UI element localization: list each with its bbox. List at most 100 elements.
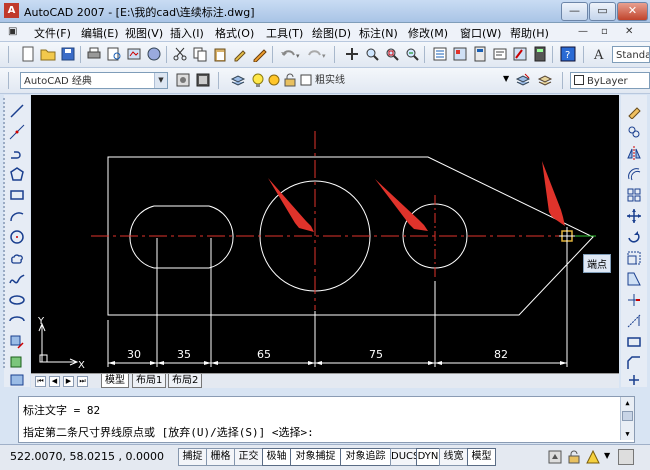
communication-center-icon[interactable] (548, 450, 562, 464)
insert-block-icon[interactable] (9, 334, 25, 350)
layer-properties-icon[interactable] (230, 72, 246, 88)
polar-toggle[interactable]: 极轴 (262, 448, 291, 466)
osnap-toggle[interactable]: 对象捕捉 (290, 448, 341, 466)
open-folder-icon[interactable] (40, 46, 56, 62)
command-scrollbar[interactable]: ▲ ▼ (620, 397, 634, 440)
paste-icon[interactable] (212, 46, 228, 62)
minimize-button[interactable]: — (561, 2, 588, 21)
menu-modify[interactable]: 修改(M) (408, 25, 448, 41)
pan-icon[interactable] (344, 46, 360, 62)
tab-layout2[interactable]: 布局2 (168, 374, 203, 388)
color-combo[interactable]: ByLayer (570, 72, 650, 89)
help-icon[interactable]: ? (560, 46, 576, 62)
drawing-svg[interactable]: 30 35 65 75 82 Y X (31, 95, 619, 373)
menu-view[interactable]: 视图(V) (125, 25, 163, 41)
menu-edit[interactable]: 编辑(E) (81, 25, 119, 41)
stretch-icon[interactable] (626, 271, 642, 287)
calculator-icon[interactable] (532, 46, 548, 62)
spline-icon[interactable] (9, 271, 25, 287)
publish-icon[interactable] (126, 46, 142, 62)
point-icon[interactable] (9, 373, 25, 387)
chamfer-icon[interactable] (626, 355, 642, 371)
menu-tools[interactable]: 工具(T) (266, 25, 303, 41)
plot-preview-icon[interactable] (106, 46, 122, 62)
move-icon[interactable] (626, 208, 642, 224)
polygon-icon[interactable] (9, 166, 25, 182)
dimension-text-30[interactable]: 30 (127, 348, 141, 361)
lock-icon[interactable] (282, 72, 298, 88)
last-tab-icon[interactable]: ⏭ (77, 376, 88, 387)
status-menu-chevron-icon[interactable]: ▼ (604, 451, 610, 460)
coordinate-readout[interactable]: 522.0070, 58.0215 , 0.0000 (10, 450, 164, 463)
cut-icon[interactable] (172, 46, 188, 62)
zoom-realtime-icon[interactable] (364, 46, 380, 62)
command-prompt[interactable]: 指定第二条尺寸界线原点或 [放弃(U)/选择(S)] <选择>: (23, 424, 314, 440)
text-style-combo[interactable]: Standa (612, 46, 650, 63)
command-window[interactable]: 标注文字 = 82 指定第二条尺寸界线原点或 [放弃(U)/选择(S)] <选择… (18, 396, 635, 443)
scroll-down-icon[interactable]: ▼ (622, 429, 633, 439)
layer-previous-icon[interactable] (537, 72, 553, 88)
rotate-icon[interactable] (626, 229, 642, 245)
markup-set-icon[interactable] (512, 46, 528, 62)
polyline-icon[interactable] (9, 145, 25, 161)
drawing-canvas[interactable]: 30 35 65 75 82 Y X 端点 (31, 95, 619, 373)
document-icon[interactable]: ▣ (8, 26, 17, 37)
doc-close-button[interactable]: ✕ (625, 26, 633, 37)
scroll-thumb[interactable] (622, 411, 633, 421)
doc-restore-button[interactable]: ▫ (601, 26, 608, 37)
warning-icon[interactable] (586, 450, 600, 464)
ellipse-arc-icon[interactable] (9, 313, 25, 329)
menu-window[interactable]: 窗口(W) (460, 25, 501, 41)
construction-line-icon[interactable] (9, 124, 25, 140)
workspace-settings-icon[interactable] (175, 72, 191, 88)
match-properties-icon[interactable] (232, 46, 248, 62)
grid-toggle[interactable]: 栅格 (206, 448, 235, 466)
dyn-toggle[interactable]: DYN (416, 448, 440, 466)
array-icon[interactable] (626, 187, 642, 203)
circle-icon[interactable] (9, 229, 25, 245)
menu-file[interactable]: 文件(F) (34, 25, 71, 41)
trim-icon[interactable] (626, 292, 642, 308)
ellipse-icon[interactable] (9, 292, 25, 308)
menu-draw[interactable]: 绘图(D) (312, 25, 351, 41)
workspace-combo[interactable]: AutoCAD 经典 ▼ (20, 72, 168, 89)
toolbar-lock-icon[interactable] (567, 450, 581, 464)
menu-insert[interactable]: 插入(I) (170, 25, 204, 41)
doc-minimize-button[interactable]: — (578, 26, 588, 37)
extend-icon[interactable] (626, 313, 642, 329)
revision-cloud-icon[interactable] (9, 250, 25, 266)
make-block-icon[interactable] (9, 355, 25, 371)
design-center-icon[interactable] (452, 46, 468, 62)
lightbulb-icon[interactable] (250, 72, 266, 88)
dimension-text-35[interactable]: 35 (177, 348, 191, 361)
tool-palettes-icon[interactable] (472, 46, 488, 62)
block-editor-icon[interactable] (252, 46, 268, 62)
scale-icon[interactable] (626, 250, 642, 266)
dimension-text-82[interactable]: 82 (494, 348, 508, 361)
dimension-text-75[interactable]: 75 (369, 348, 383, 361)
slot-outline[interactable] (129, 205, 234, 269)
lineweight-toggle[interactable]: 线宽 (439, 448, 468, 466)
text-style-icon[interactable]: A (592, 46, 608, 62)
line-icon[interactable] (9, 103, 25, 119)
layer-dropdown-arrow-icon[interactable]: ▼ (503, 74, 509, 83)
properties-icon[interactable] (432, 46, 448, 62)
scroll-up-icon[interactable]: ▲ (622, 398, 633, 408)
ortho-toggle[interactable]: 正交 (234, 448, 263, 466)
prev-tab-icon[interactable]: ◀ (49, 376, 60, 387)
clean-screen-button[interactable] (618, 449, 634, 465)
menu-help[interactable]: 帮助(H) (510, 25, 549, 41)
print-icon[interactable] (86, 46, 102, 62)
restore-button[interactable]: ▭ (589, 2, 616, 21)
make-current-layer-icon[interactable] (515, 72, 531, 88)
tab-model[interactable]: 模型 (101, 374, 129, 388)
dimension-text-65[interactable]: 65 (257, 348, 271, 361)
copy-object-icon[interactable] (626, 124, 642, 140)
new-file-icon[interactable] (20, 46, 36, 62)
freeze-sun-icon[interactable] (266, 72, 282, 88)
rectangle-icon[interactable] (9, 187, 25, 203)
otrack-toggle[interactable]: 对象追踪 (340, 448, 391, 466)
3d-dwf-icon[interactable] (146, 46, 162, 62)
arc-icon[interactable] (9, 208, 25, 224)
menu-dimension[interactable]: 标注(N) (359, 25, 398, 41)
